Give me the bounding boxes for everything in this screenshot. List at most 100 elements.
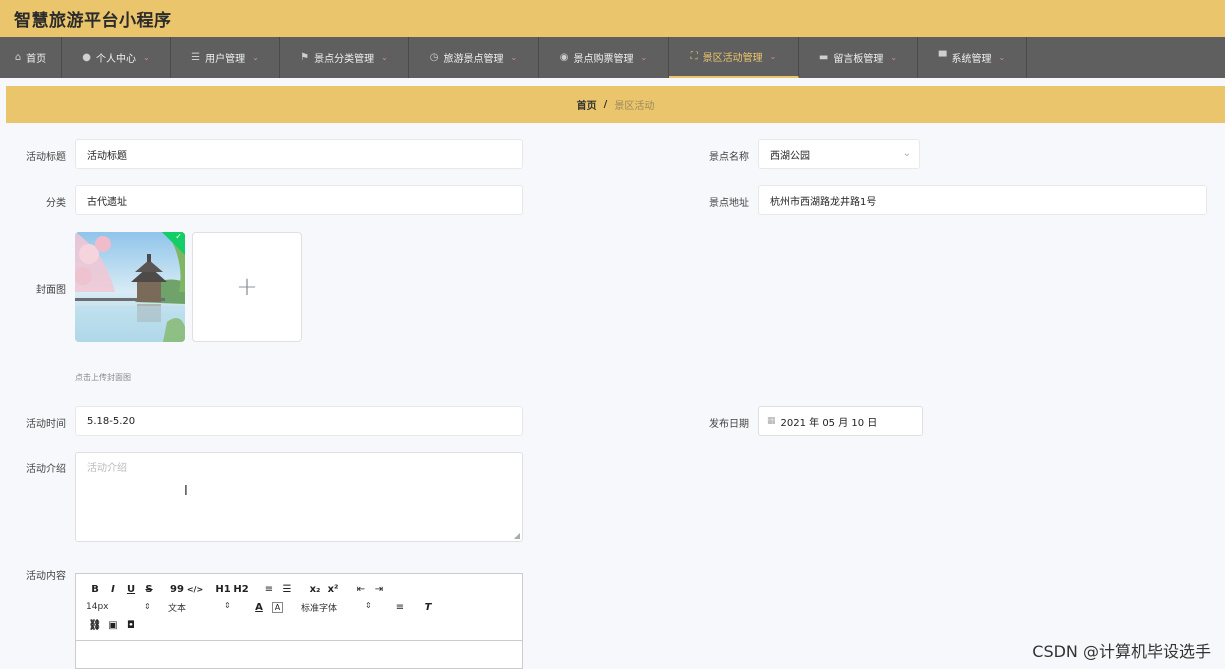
fullscreen-icon: ⛶ — [690, 51, 698, 62]
bullet-list-button[interactable]: ☰ — [278, 584, 296, 595]
intro-textarea[interactable]: 活动介绍 ◢ — [75, 452, 523, 542]
breadcrumb-current: 景区活动 — [614, 101, 655, 112]
content-label: 活动内容 — [26, 571, 66, 582]
toolbar-row-insert: ⛓ ▣ ◘ — [86, 616, 512, 634]
publish-date-picker[interactable]: ▦ 2021 年 05 月 10 日 — [758, 406, 923, 436]
spot-name-label: 景点名称 — [709, 152, 749, 163]
publish-date-label: 发布日期 — [709, 419, 749, 430]
select-arrows-icon: ⇕ — [224, 600, 231, 610]
nav-item-personal-center[interactable]: ● 个人中心 ⌄ — [62, 37, 171, 78]
flag-icon: ⚑ — [300, 52, 310, 63]
spot-name-select[interactable]: 西湖公园 ⌄ — [758, 139, 920, 169]
video-icon[interactable]: ◘ — [122, 620, 140, 631]
underline-button[interactable]: U — [122, 584, 140, 595]
nav-item-home[interactable]: ⌂ 首页 — [0, 37, 62, 78]
publish-date-value: 2021 年 05 月 10 日 — [780, 417, 878, 429]
align-icon[interactable]: ≡ — [391, 602, 409, 613]
ordered-list-button[interactable]: ≡ — [260, 584, 278, 595]
chevron-down-icon: ⌄ — [510, 53, 518, 62]
nav-label: 首页 — [26, 54, 47, 65]
heading1-button[interactable]: H1 — [214, 584, 232, 595]
nav-label: 系统管理 — [951, 54, 992, 65]
editor-toolbar: B I U S 99 </> H1 H2 ≡ ☰ x₂ x² ⇤ ⇥ 14px … — [76, 574, 522, 641]
font-family-select[interactable]: 标准字体 ⇕ — [301, 601, 391, 614]
nav-label: 留言板管理 — [833, 54, 884, 65]
nav-label: 用户管理 — [205, 54, 246, 65]
chevron-down-icon: ⌄ — [890, 53, 898, 62]
chevron-down-icon: ⌄ — [252, 53, 259, 62]
spot-name-value: 西湖公园 — [770, 150, 810, 162]
chevron-down-icon: ⌄ — [769, 52, 777, 61]
breadcrumb: 首页 / 景区活动 — [6, 86, 1225, 123]
indent-button[interactable]: ⇥ — [370, 584, 388, 595]
app-title: 智慧旅游平台小程序 — [14, 11, 172, 31]
strike-button[interactable]: S — [140, 584, 158, 595]
category-input[interactable]: 古代遗址 — [75, 185, 523, 215]
intro-label: 活动介绍 — [26, 464, 66, 475]
font-family-value: 标准字体 — [301, 603, 338, 614]
list-icon: ☰ — [191, 52, 201, 63]
nav-item-category-management[interactable]: ⚑ 景点分类管理 ⌄ — [280, 37, 409, 78]
resize-handle-icon[interactable]: ◢ — [514, 531, 520, 540]
cover-image-thumbnail[interactable]: ✓ — [75, 232, 185, 342]
upload-button[interactable]: + — [192, 232, 302, 342]
breadcrumb-home[interactable]: 首页 — [577, 97, 597, 112]
font-color-icon[interactable]: A — [250, 602, 268, 613]
title-label: 活动标题 — [26, 152, 66, 163]
nav-label: 个人中心 — [96, 54, 137, 65]
select-arrows-icon: ⇕ — [144, 602, 151, 611]
title-input[interactable]: 活动标题 — [75, 139, 523, 169]
toolbar-row-style: 14px ⇕ 文本 ⇕ A A 标准字体 ⇕ ≡ T — [86, 598, 512, 616]
main-nav: ⌂ 首页 ● 个人中心 ⌄ ☰ 用户管理 ⌄ ⚑ 景点分类管理 ⌄ ◷ 旅游景点… — [0, 37, 1225, 78]
intro-placeholder: 活动介绍 — [87, 463, 127, 474]
nav-label: 景点分类管理 — [314, 54, 375, 65]
text-cursor-icon: I — [184, 484, 188, 499]
nav-item-system-management[interactable]: ▀ 系统管理 ⌄ — [918, 37, 1027, 78]
blockquote-button[interactable]: 99 — [168, 584, 186, 595]
nav-item-spot-management[interactable]: ◷ 旅游景点管理 ⌄ — [409, 37, 539, 78]
compass-icon: ◉ — [559, 52, 569, 63]
inbox-icon: ▬ — [818, 52, 829, 63]
heading2-button[interactable]: H2 — [232, 584, 250, 595]
watermark: CSDN @计算机毕设选手 — [1032, 642, 1211, 661]
pavilion-lake-image — [75, 232, 185, 342]
top-bar: 智慧旅游平台小程序 — [0, 0, 1225, 37]
nav-label: 景点购票管理 — [573, 54, 634, 65]
nav-item-ticket-management[interactable]: ◉ 景点购票管理 ⌄ — [539, 37, 669, 78]
address-input[interactable]: 杭州市西湖路龙井路1号 — [758, 185, 1207, 215]
category-label: 分类 — [46, 198, 66, 209]
code-block-button[interactable]: </> — [186, 585, 204, 594]
nav-item-activity-management[interactable]: ⛶ 景区活动管理 ⌄ — [669, 37, 799, 78]
nav-label: 旅游景点管理 — [443, 54, 504, 65]
text-style-value: 文本 — [168, 603, 187, 614]
clear-format-icon[interactable]: T — [419, 602, 437, 613]
chevron-down-icon: ⌄ — [381, 53, 388, 62]
user-icon: ● — [82, 52, 92, 63]
outdent-button[interactable]: ⇤ — [352, 584, 370, 595]
chevron-down-icon: ⌄ — [143, 53, 150, 62]
toolbar-row-format: B I U S 99 </> H1 H2 ≡ ☰ x₂ x² ⇤ ⇥ — [86, 580, 512, 598]
breadcrumb-separator: / — [603, 99, 608, 110]
time-input[interactable]: 5.18-5.20 — [75, 406, 523, 436]
text-style-select[interactable]: 文本 ⇕ — [168, 601, 250, 614]
select-arrows-icon: ⇕ — [365, 600, 372, 610]
font-size-select[interactable]: 14px ⇕ — [86, 602, 156, 612]
chevron-down-icon: ⌄ — [998, 53, 1006, 62]
italic-button[interactable]: I — [104, 584, 122, 595]
superscript-button[interactable]: x² — [324, 584, 342, 595]
chevron-down-icon: ⌄ — [640, 53, 648, 62]
link-icon[interactable]: ⛓ — [86, 620, 104, 631]
bold-button[interactable]: B — [86, 584, 104, 595]
rich-text-editor[interactable]: B I U S 99 </> H1 H2 ≡ ☰ x₂ x² ⇤ ⇥ 14px … — [75, 573, 523, 669]
clock-icon: ◷ — [429, 52, 439, 63]
nav-item-user-management[interactable]: ☰ 用户管理 ⌄ — [171, 37, 280, 78]
nav-item-message-board[interactable]: ▬ 留言板管理 ⌄ — [799, 37, 918, 78]
subscript-button[interactable]: x₂ — [306, 584, 324, 595]
image-icon[interactable]: ▣ — [104, 620, 122, 631]
nav-label: 景区活动管理 — [702, 53, 763, 64]
plus-icon: + — [236, 272, 258, 302]
cover-label: 封面图 — [36, 285, 66, 296]
home-icon: ⌂ — [14, 52, 22, 63]
background-color-icon[interactable]: A — [272, 601, 283, 613]
calendar-icon: ▦ — [767, 416, 776, 426]
